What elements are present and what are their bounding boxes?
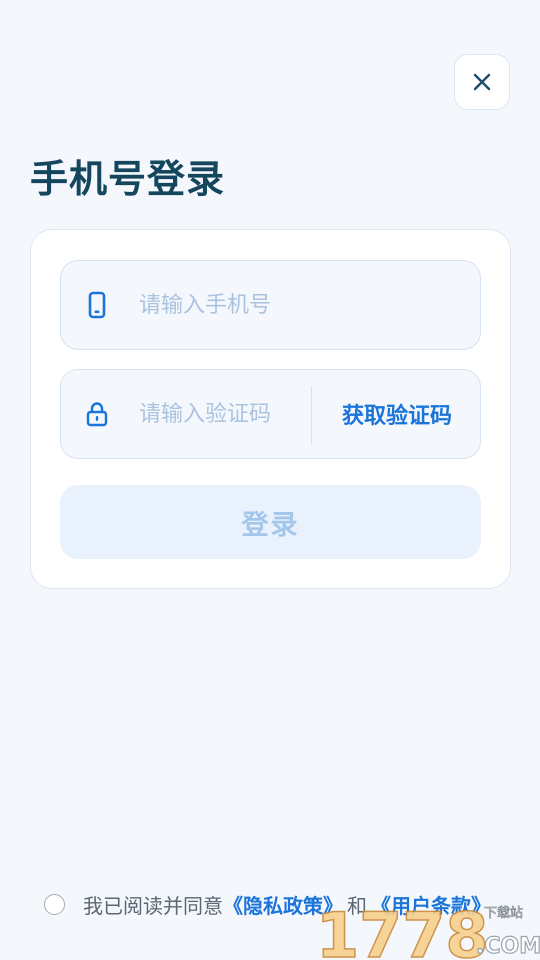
login-card: 获取验证码 登录 [30,229,511,589]
lock-icon [85,400,109,428]
get-code-button[interactable]: 获取验证码 [312,370,482,458]
login-button[interactable]: 登录 [60,485,481,559]
close-button[interactable] [454,54,510,110]
phone-input[interactable] [139,261,459,349]
watermark-caption: 下载站 [484,906,523,921]
agreement-text: 我已阅读并同意 [83,893,223,918]
phone-field[interactable] [60,260,481,350]
agreement-checkbox[interactable] [44,893,65,915]
code-field[interactable]: 获取验证码 [60,369,481,459]
site-watermark-logo: 1778 下载站 .COM [316,898,540,960]
code-input[interactable] [139,370,299,458]
close-icon [473,73,491,91]
page-title: 手机号登录 [30,157,226,201]
watermark-number: 1778 [316,899,489,960]
watermark-suffix: .COM [476,934,540,959]
phone-icon [85,291,109,319]
